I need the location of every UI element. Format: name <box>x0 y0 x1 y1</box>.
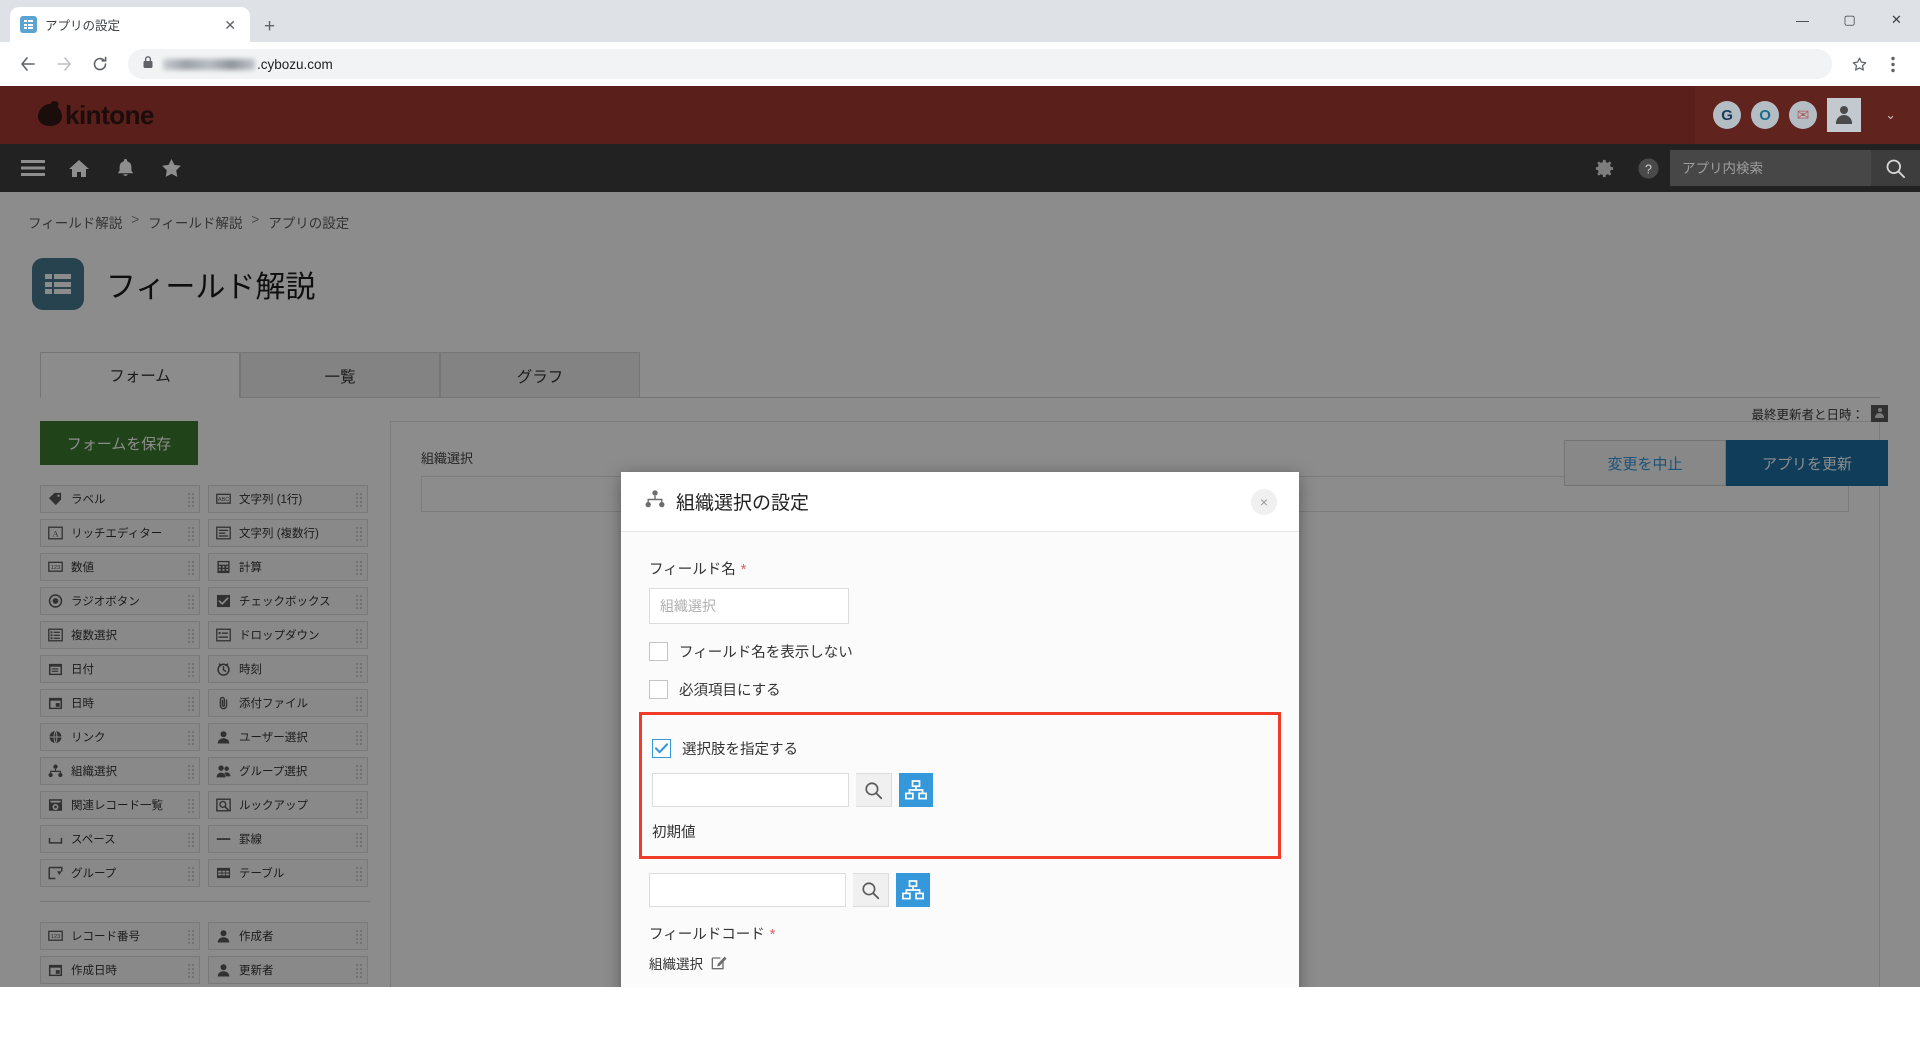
new-tab-button[interactable]: + <box>264 17 275 36</box>
options-picker-input[interactable] <box>652 773 849 807</box>
url-bar[interactable]: .cybozu.com <box>128 49 1832 79</box>
reload-icon[interactable] <box>84 48 116 80</box>
dialog-title: 組織選択の設定 <box>676 493 810 514</box>
help-icon[interactable]: ? <box>1626 144 1670 192</box>
app-search-box <box>1670 150 1920 186</box>
tab-close-icon[interactable]: ✕ <box>220 16 240 34</box>
edit-pencil-icon[interactable] <box>711 954 727 973</box>
kintone-header-right: G O ✉ ⌄ <box>1695 86 1920 144</box>
kintone-navbar-right: ? <box>1582 144 1920 192</box>
default-search-icon[interactable] <box>853 873 889 907</box>
back-icon[interactable] <box>12 48 44 80</box>
browser-menu-icon[interactable] <box>1878 49 1908 79</box>
dialog-body: フィールド名* フィールド名を表示しない 必須項目にする 選択肢を指定する <box>621 532 1299 987</box>
org-chart-icon <box>645 489 665 514</box>
specify-options-row: 選択肢を指定する <box>652 738 1268 759</box>
kintone-navbar: ? <box>0 144 1920 192</box>
notification-bell-icon[interactable] <box>102 144 148 192</box>
kintone-logo-icon <box>38 104 62 126</box>
url-suffix: .cybozu.com <box>257 56 333 72</box>
google-app-icon[interactable]: G <box>1713 101 1742 129</box>
required-field-label[interactable]: 必須項目にする <box>679 679 781 700</box>
kintone-header: kintone G O ✉ ⌄ <box>0 86 1920 144</box>
options-picker-row <box>652 773 1268 807</box>
window-controls: — ▢ ✕ <box>1779 0 1920 40</box>
field-code-value: 組織選択 <box>649 957 703 972</box>
dialog-title-row: 組織選択の設定 <box>645 488 809 515</box>
field-name-label: フィールド名 * <box>649 558 1271 579</box>
options-search-icon[interactable] <box>856 773 892 807</box>
required-asterisk: * <box>769 927 776 943</box>
search-submit-icon[interactable] <box>1871 150 1920 186</box>
gear-icon[interactable] <box>1582 144 1626 192</box>
specify-options-checkbox[interactable] <box>652 739 671 758</box>
org-select-settings-dialog: 組織選択の設定 × フィールド名* フィールド名を表示しない 必須項目にする <box>621 472 1299 987</box>
hamburger-menu-icon[interactable] <box>10 144 56 192</box>
specify-options-label[interactable]: 選択肢を指定する <box>682 738 798 759</box>
lock-icon <box>142 55 154 74</box>
hide-field-name-row: フィールド名を表示しない <box>649 641 1271 662</box>
hide-field-name-label[interactable]: フィールド名を表示しない <box>679 641 853 662</box>
hide-field-name-checkbox[interactable] <box>649 642 668 661</box>
browser-tab[interactable]: アプリの設定 ✕ <box>10 7 250 42</box>
required-field-row: 必須項目にする <box>649 679 1271 700</box>
forward-icon[interactable] <box>48 48 80 80</box>
mail-app-icon[interactable]: ✉ <box>1789 101 1818 129</box>
default-value-picker-row <box>649 873 1271 907</box>
browser-chrome: アプリの設定 ✕ + — ▢ ✕ .cybozu.com <box>0 0 1920 86</box>
window-close-button[interactable]: ✕ <box>1873 0 1920 40</box>
options-org-chart-button[interactable] <box>899 773 933 807</box>
default-value-label: 初期値 <box>652 825 696 841</box>
header-dropdown-caret-icon[interactable]: ⌄ <box>1871 107 1910 123</box>
kintone-logo[interactable]: kintone <box>38 100 154 131</box>
close-icon[interactable]: × <box>1251 489 1277 515</box>
url-redacted-domain <box>163 58 255 70</box>
search-input[interactable] <box>1670 150 1871 186</box>
highlight-annotation-box: 選択肢を指定する 初期値 <box>639 712 1281 859</box>
tab-title: アプリの設定 <box>45 19 121 33</box>
field-name-label-text: フィールド名 <box>649 562 736 578</box>
home-icon[interactable] <box>56 144 102 192</box>
bookmark-star-icon[interactable] <box>1844 49 1874 79</box>
required-asterisk: * <box>740 562 747 578</box>
field-code-label-text: フィールドコード <box>649 927 765 943</box>
svg-text:?: ? <box>1645 162 1652 176</box>
favorites-star-icon[interactable] <box>148 144 194 192</box>
kintone-logo-text: kintone <box>65 99 154 130</box>
browser-omnibar: .cybozu.com <box>0 42 1920 86</box>
app-settings-page: フィールド解説 > フィールド解説 > アプリの設定 フィールド解説 最終更新者… <box>0 192 1920 987</box>
browser-tabstrip: アプリの設定 ✕ + — ▢ ✕ <box>0 0 1920 42</box>
window-maximize-button[interactable]: ▢ <box>1826 0 1873 40</box>
field-code-label: フィールドコード * <box>649 923 1271 944</box>
user-avatar[interactable] <box>1827 98 1862 132</box>
field-name-input[interactable] <box>649 588 849 624</box>
required-field-checkbox[interactable] <box>649 680 668 699</box>
field-code-value-row: 組織選択 <box>649 953 1271 973</box>
default-value-input[interactable] <box>649 873 846 907</box>
dialog-header: 組織選択の設定 × <box>621 472 1299 532</box>
url-text: .cybozu.com <box>163 57 333 72</box>
window-minimize-button[interactable]: — <box>1779 0 1826 40</box>
default-org-chart-button[interactable] <box>896 873 930 907</box>
office-app-icon[interactable]: O <box>1751 101 1780 129</box>
tab-favicon-icon <box>20 16 37 33</box>
